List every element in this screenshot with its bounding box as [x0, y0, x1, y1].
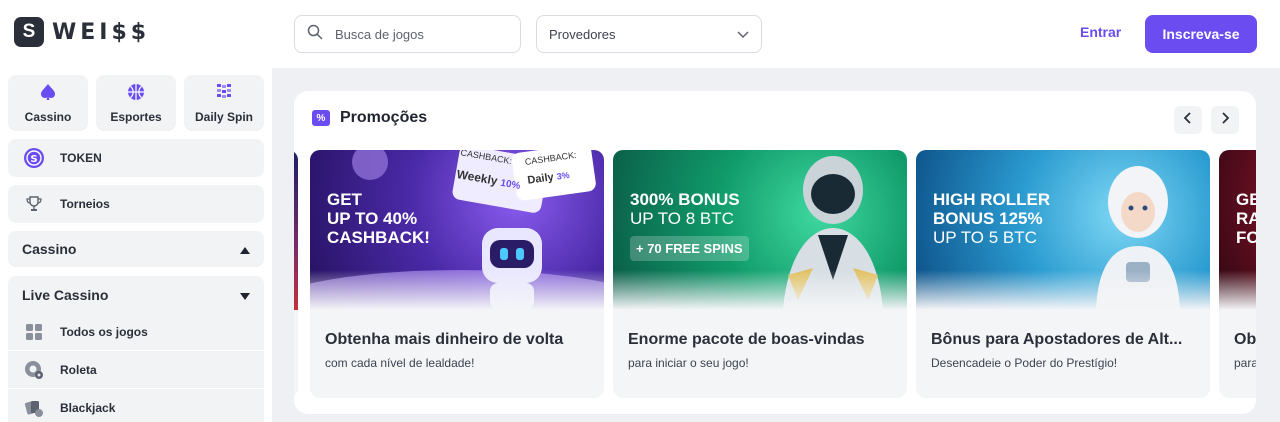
- sidebar-item-token[interactable]: S TOKEN: [8, 139, 264, 177]
- tile-daily-spin-label: Daily Spin: [194, 109, 253, 124]
- promo-card-high-roller[interactable]: HIGH ROLLER BONUS 125% UP TO 5 BTC Bônus…: [916, 150, 1210, 398]
- login-link[interactable]: Entrar: [1080, 24, 1121, 40]
- sidebar-section-cassino[interactable]: Cassino: [8, 231, 264, 267]
- cashback-headline-3: CASHBACK!: [327, 228, 430, 247]
- promo-card-welcome-subtitle: para iniciar o seu jogo!: [628, 356, 749, 370]
- logo-badge: S: [14, 17, 44, 47]
- spade-icon: [39, 83, 57, 104]
- sidebar-item-token-label: TOKEN: [60, 151, 102, 165]
- promo-card-cashback-title: Obtenha mais dinheiro de volta: [325, 331, 564, 348]
- sidebar-item-torneios-label: Torneios: [60, 197, 110, 211]
- tile-esportes[interactable]: Esportes: [96, 75, 176, 131]
- sidebar-item-todos-os-jogos[interactable]: Todos os jogos: [8, 313, 264, 351]
- signup-button[interactable]: Inscreva-se: [1145, 15, 1257, 53]
- sidebar-item-roleta-label: Roleta: [60, 362, 97, 377]
- image-fade: [1219, 270, 1256, 310]
- promo-card-cashback-image: CASHBACK: Weekly 10% CASHBACK: Daily 3% …: [310, 150, 604, 310]
- top-header: S WEI$$ Provedores Entrar Inscreva-se: [0, 0, 1280, 68]
- triangle-up-icon: [240, 241, 250, 257]
- promo-card-cashback-subtitle: com cada nível de lealdade!: [325, 356, 475, 370]
- tile-daily-spin[interactable]: Daily Spin: [184, 75, 264, 131]
- promo-card-partial-right[interactable]: GE RA FO Ob para: [1219, 150, 1256, 398]
- image-fade: [310, 270, 604, 310]
- tile-cassino-label: Cassino: [24, 109, 72, 124]
- image-fade: [613, 270, 907, 310]
- promo-card-welcome[interactable]: 300% BONUS UP TO 8 BTC + 70 FREE SPINS E…: [613, 150, 907, 398]
- roulette-icon: [8, 360, 60, 380]
- chevron-right-icon: [1221, 111, 1230, 129]
- sidebar: Cassino Esportes Daily Spin S TOKEN Torn…: [0, 68, 272, 422]
- sidebar-top-tiles: Cassino Esportes Daily Spin: [8, 75, 264, 131]
- logo[interactable]: S WEI$$: [14, 17, 150, 47]
- promo-card-partial-left[interactable]: [294, 150, 298, 398]
- chevron-left-icon: [1183, 111, 1192, 129]
- promo-card-partial-right-title: Ob: [1234, 331, 1256, 348]
- promo-card-partial-right-headline: GE RA FO: [1236, 190, 1256, 247]
- free-spins-badge: + 70 FREE SPINS: [630, 236, 749, 261]
- welcome-headline-1: 300% BONUS: [630, 190, 740, 209]
- logo-text: WEI$$: [52, 19, 151, 45]
- promo-card-welcome-image: 300% BONUS UP TO 8 BTC + 70 FREE SPINS: [613, 150, 907, 310]
- promotions-panel: % Promoções CASHBACK: Weekly 10% CASHBAC…: [294, 91, 1256, 414]
- high-roller-headline-1: HIGH ROLLER: [933, 190, 1051, 209]
- ticket-daily-pct: 3%: [555, 169, 571, 182]
- promo-card-welcome-headline: 300% BONUS UP TO 8 BTC + 70 FREE SPINS: [630, 190, 749, 261]
- welcome-headline-2: UP TO 8 BTC: [630, 209, 734, 228]
- search-input[interactable]: [335, 26, 495, 42]
- image-fade: [916, 270, 1210, 310]
- percent-ticket-icon: %: [312, 110, 330, 126]
- search-box[interactable]: [294, 15, 521, 53]
- token-coin-icon: S: [8, 147, 60, 169]
- promo-card-high-roller-subtitle: Desencadeie o Poder do Prestígio!: [931, 356, 1118, 370]
- live-cassino-list: Todos os jogos Roleta Blackjack: [8, 313, 264, 422]
- providers-label: Provedores: [549, 26, 616, 42]
- promo-card-partial-right-image: GE RA FO: [1219, 150, 1256, 310]
- sidebar-item-torneios[interactable]: Torneios: [8, 185, 264, 223]
- providers-dropdown[interactable]: Provedores: [536, 15, 762, 53]
- promo-card-high-roller-headline: HIGH ROLLER BONUS 125% UP TO 5 BTC: [933, 190, 1050, 247]
- high-roller-headline-2: BONUS 125%: [933, 209, 1043, 228]
- trophy-icon: [8, 195, 60, 213]
- sidebar-item-todos-label: Todos os jogos: [60, 324, 148, 339]
- carousel-prev-button[interactable]: [1174, 106, 1202, 134]
- chevron-down-icon: [737, 27, 749, 42]
- sidebar-item-blackjack-label: Blackjack: [60, 401, 116, 415]
- tile-cassino[interactable]: Cassino: [8, 75, 88, 131]
- sidebar-item-roleta[interactable]: Roleta: [8, 351, 264, 389]
- promo-card-high-roller-title: Bônus para Apostadores de Alt...: [931, 331, 1183, 348]
- grid-icon: [8, 323, 60, 341]
- main-content: % Promoções CASHBACK: Weekly 10% CASHBAC…: [272, 68, 1280, 422]
- high-roller-headline-3: UP TO 5 BTC: [933, 228, 1037, 247]
- section-live-cassino-label: Live Cassino: [22, 287, 109, 303]
- partial-headline-3: FO: [1236, 228, 1256, 247]
- partial-headline-2: RA: [1236, 209, 1256, 228]
- cashback-headline-2: UP TO 40%: [327, 209, 418, 228]
- sidebar-item-blackjack[interactable]: Blackjack: [8, 389, 264, 422]
- promo-card-partial-right-subtitle: para: [1234, 356, 1256, 370]
- sidebar-section-live-cassino[interactable]: Live Cassino: [8, 276, 264, 314]
- cards-icon: [8, 398, 60, 418]
- basketball-icon: [127, 83, 145, 104]
- promo-card-cashback-headline: GET UP TO 40% CASHBACK!: [327, 190, 430, 247]
- promo-card-cashback[interactable]: CASHBACK: Weekly 10% CASHBACK: Daily 3% …: [310, 150, 604, 398]
- search-icon: [307, 24, 323, 45]
- slot-reel-icon: [215, 83, 233, 104]
- partial-headline-1: GE: [1236, 190, 1256, 209]
- section-cassino-label: Cassino: [22, 241, 77, 257]
- cashback-headline-1: GET: [327, 190, 362, 209]
- carousel-next-button[interactable]: [1211, 106, 1239, 134]
- tile-esportes-label: Esportes: [110, 109, 162, 124]
- triangle-down-icon: [240, 287, 250, 303]
- promotions-header: % Promoções: [312, 109, 427, 127]
- promo-card-partial-left-image: [294, 150, 298, 310]
- promo-card-high-roller-image: HIGH ROLLER BONUS 125% UP TO 5 BTC: [916, 150, 1210, 310]
- promo-card-welcome-title: Enorme pacote de boas-vindas: [628, 331, 865, 348]
- promotions-title: Promoções: [340, 109, 428, 126]
- svg-text:S: S: [30, 154, 37, 165]
